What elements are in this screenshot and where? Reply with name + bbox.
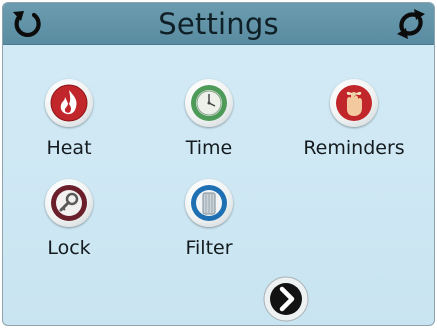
chevron-right-icon xyxy=(263,276,309,322)
header-bar: Settings xyxy=(3,3,434,45)
string-finger-icon xyxy=(336,85,372,121)
heat-menu-item[interactable]: Heat xyxy=(14,79,124,159)
filter-button[interactable] xyxy=(185,179,233,227)
filter-menu-item[interactable]: Filter xyxy=(154,179,264,259)
sync-icon xyxy=(397,9,425,39)
settings-screen: Settings Heat Time Reminders Lock Filter xyxy=(2,2,435,326)
back-button[interactable] xyxy=(10,7,44,41)
reminders-button[interactable] xyxy=(330,79,378,127)
time-menu-item[interactable]: Time xyxy=(154,79,264,159)
clock-icon xyxy=(191,85,227,121)
lock-label: Lock xyxy=(47,237,91,259)
heat-label: Heat xyxy=(46,137,92,159)
key-icon xyxy=(51,185,87,221)
lock-menu-item[interactable]: Lock xyxy=(14,179,124,259)
heat-button[interactable] xyxy=(45,79,93,127)
rotate-back-icon xyxy=(13,11,41,38)
reminders-label: Reminders xyxy=(303,137,405,159)
flame-icon xyxy=(50,84,88,122)
time-label: Time xyxy=(185,137,233,159)
page-title: Settings xyxy=(158,7,279,41)
time-button[interactable] xyxy=(185,79,233,127)
lock-button[interactable] xyxy=(45,179,93,227)
reminders-menu-item[interactable]: Reminders xyxy=(299,79,409,159)
sync-button[interactable] xyxy=(394,7,428,41)
filter-label: Filter xyxy=(185,237,233,259)
filter-cartridge-icon xyxy=(191,185,227,221)
next-page-button[interactable] xyxy=(262,275,310,323)
